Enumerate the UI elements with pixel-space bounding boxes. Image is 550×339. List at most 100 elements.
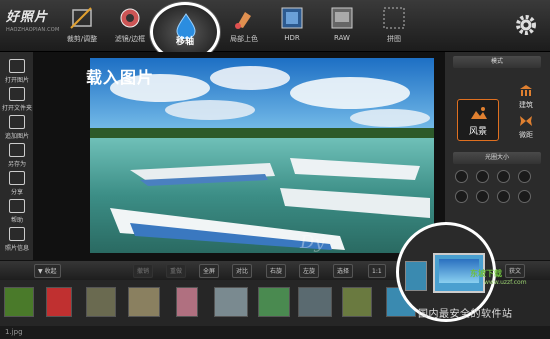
sidebar-label: 追加图片 bbox=[4, 133, 29, 140]
actual-size-button[interactable]: 1:1 bbox=[368, 264, 386, 278]
sidebar-label: 另存为 bbox=[7, 161, 26, 168]
tool-filter-frame[interactable]: 滤镜/边框 bbox=[108, 4, 152, 48]
app-logo: 好照片 HAOZHAOPIAN.COM bbox=[6, 6, 60, 46]
tool-label: HDR bbox=[284, 34, 300, 42]
add-image-button[interactable]: 追加图片 bbox=[2, 114, 32, 144]
aperture-option[interactable] bbox=[518, 170, 531, 183]
aperture-option[interactable] bbox=[497, 170, 510, 183]
app-window: 好照片 HAOZHAOPIAN.COM 裁剪/调整 滤镜/边框 移轴 局部上色 … bbox=[0, 0, 550, 339]
thumbnail[interactable] bbox=[214, 287, 248, 317]
undo-label: 撤销 bbox=[137, 268, 150, 275]
tool-label: 移轴 bbox=[175, 37, 194, 47]
load-image-title: 载入图片 bbox=[86, 68, 155, 87]
aperture-option[interactable] bbox=[497, 190, 510, 203]
sidebar-label: 打开图片 bbox=[4, 77, 29, 84]
share-button[interactable]: 分享 bbox=[2, 170, 32, 200]
filter-frame-icon bbox=[120, 8, 140, 28]
sidebar-label: 照片信息 bbox=[4, 245, 29, 252]
thumbnail[interactable] bbox=[258, 287, 290, 317]
tool-label: RAW bbox=[334, 34, 350, 42]
architecture-icon bbox=[520, 85, 532, 96]
ratio-label: 1:1 bbox=[372, 268, 382, 275]
image-stage: Dy 载入图片 bbox=[34, 52, 444, 260]
sidebar-label: 分享 bbox=[10, 189, 23, 196]
crop-adjust-icon bbox=[70, 7, 92, 29]
tool-label: 裁剪/调整 bbox=[66, 35, 98, 43]
mode-label: 微距 bbox=[519, 131, 533, 139]
tool-raw[interactable]: RAW bbox=[320, 4, 364, 48]
sidebar-label: 打开文件夹 bbox=[2, 105, 33, 112]
mode-macro[interactable]: 微距 bbox=[513, 114, 539, 140]
tool-crop-adjust[interactable]: 裁剪/调整 bbox=[60, 4, 104, 48]
rotate-right-label: 右旋 bbox=[270, 268, 283, 275]
aperture-option[interactable] bbox=[455, 170, 468, 183]
share-icon bbox=[9, 171, 25, 185]
open-folder-button[interactable]: 打开文件夹 bbox=[2, 86, 32, 116]
rotate-left-button[interactable]: 左旋 bbox=[299, 264, 320, 278]
collage-icon bbox=[383, 7, 405, 29]
rotate-right-button[interactable]: 右旋 bbox=[266, 264, 287, 278]
sidebar-label: 帮助 bbox=[10, 217, 23, 224]
thumbnail[interactable] bbox=[46, 287, 72, 317]
tool-label: 滤镜/边框 bbox=[114, 35, 146, 43]
aperture-option[interactable] bbox=[476, 190, 489, 203]
thumbnail[interactable] bbox=[4, 287, 34, 317]
mode-label: 风景 bbox=[468, 127, 487, 137]
tool-hdr[interactable]: HDR bbox=[270, 4, 314, 48]
raw-icon bbox=[331, 7, 353, 29]
mode-landscape[interactable]: 风景 bbox=[457, 99, 499, 141]
mode-architecture[interactable]: 建筑 bbox=[513, 84, 539, 110]
thumbnail[interactable] bbox=[128, 287, 160, 317]
status-filename: 1.jpg bbox=[5, 328, 23, 336]
help-button[interactable]: 帮助 bbox=[2, 198, 32, 228]
compare-label: 对比 bbox=[236, 268, 249, 275]
open-folder-icon bbox=[9, 87, 25, 101]
tool-collage[interactable]: 拼图 bbox=[372, 4, 416, 48]
redo-label: 重做 bbox=[170, 268, 183, 275]
gear-icon[interactable] bbox=[514, 13, 538, 37]
redo-button[interactable]: 重做 bbox=[166, 264, 187, 278]
expand-label: 获文 bbox=[509, 268, 522, 275]
left-sidebar: 打开图片 打开文件夹 追加图片 另存为 分享 帮助 照片信息 bbox=[0, 52, 34, 260]
rotate-left-label: 左旋 bbox=[303, 268, 316, 275]
aperture-option[interactable] bbox=[518, 190, 531, 203]
aperture-option[interactable] bbox=[476, 170, 489, 183]
collapse-button[interactable]: ▼ 收起 bbox=[34, 264, 61, 278]
partial-color-icon bbox=[235, 12, 251, 29]
brand-watermark: 东坡下载 bbox=[470, 269, 502, 278]
photo-watermark: Dy bbox=[299, 232, 325, 253]
thumbnail[interactable] bbox=[176, 287, 198, 317]
butterfly-icon bbox=[520, 116, 532, 126]
help-icon bbox=[9, 199, 25, 213]
open-image-icon bbox=[9, 59, 25, 73]
thumbnail[interactable] bbox=[86, 287, 116, 317]
tool-label: 局部上色 bbox=[230, 35, 258, 43]
open-image-button[interactable]: 打开图片 bbox=[2, 58, 32, 88]
top-toolbar: 好照片 HAOZHAOPIAN.COM 裁剪/调整 滤镜/边框 移轴 局部上色 … bbox=[0, 0, 550, 62]
status-bar: 1.jpg bbox=[0, 326, 550, 339]
aperture-option[interactable] bbox=[455, 190, 468, 203]
photo-info-icon bbox=[9, 227, 25, 241]
save-as-button[interactable]: 另存为 bbox=[2, 142, 32, 172]
site-watermark: 国内最安全的软件站 bbox=[418, 309, 513, 320]
fullscreen-button[interactable]: 全屏 bbox=[199, 264, 220, 278]
tool-partial-color[interactable]: 局部上色 bbox=[222, 4, 266, 48]
mode-header: 模式 bbox=[453, 56, 541, 68]
aperture-header: 光圈大小 bbox=[453, 152, 541, 164]
collapse-label: 收起 bbox=[44, 268, 57, 275]
select-label: 选择 bbox=[337, 268, 350, 275]
select-button[interactable]: 选择 bbox=[333, 264, 354, 278]
undo-button[interactable]: 撤销 bbox=[133, 264, 154, 278]
photo-info-button[interactable]: 照片信息 bbox=[2, 226, 32, 256]
logo-title: 好照片 bbox=[6, 10, 49, 25]
mode-label: 建筑 bbox=[519, 101, 533, 109]
landscape-icon bbox=[471, 107, 487, 119]
fullscreen-label: 全屏 bbox=[203, 268, 216, 275]
thumbnail[interactable] bbox=[342, 287, 372, 317]
compare-button[interactable]: 对比 bbox=[232, 264, 253, 278]
thumbnail[interactable] bbox=[298, 287, 332, 317]
save-as-icon bbox=[9, 143, 25, 157]
hdr-icon bbox=[281, 7, 303, 29]
expand-button[interactable]: 获文 bbox=[505, 264, 526, 278]
logo-subtitle: HAOZHAOPIAN.COM bbox=[6, 27, 60, 33]
